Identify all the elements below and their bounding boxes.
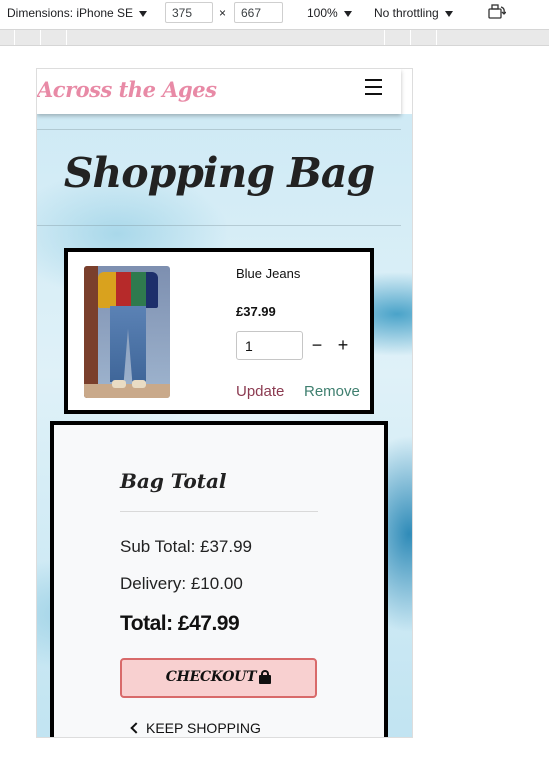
ruler-tick bbox=[66, 30, 67, 45]
checkout-label: CHECKOUT bbox=[165, 669, 257, 685]
ruler-tick bbox=[384, 30, 385, 45]
hamburger-menu-icon[interactable] bbox=[365, 79, 382, 95]
remove-link[interactable]: Remove bbox=[304, 383, 360, 400]
zoom-dropdown[interactable]: 100% bbox=[307, 6, 352, 20]
bag-item-card: Blue Jeans £37.99 − + Update Remove bbox=[64, 248, 374, 414]
keep-shopping-link[interactable]: KEEP SHOPPING bbox=[130, 720, 261, 736]
dropdown-caret-icon bbox=[444, 10, 453, 17]
decrement-quantity-button[interactable]: − bbox=[308, 334, 326, 356]
dropdown-caret-icon bbox=[139, 10, 148, 17]
chevron-left-icon bbox=[130, 722, 142, 734]
title-divider-bottom bbox=[37, 225, 401, 226]
dropdown-caret-icon bbox=[343, 10, 352, 17]
update-link[interactable]: Update bbox=[236, 383, 284, 400]
brand-logo[interactable]: Across the Ages bbox=[37, 77, 217, 102]
ruler-tick bbox=[410, 30, 411, 45]
media-query-ruler bbox=[0, 29, 549, 46]
bag-total-heading: Bag Total bbox=[120, 469, 227, 493]
grand-total: Total: £47.99 bbox=[120, 612, 240, 635]
navbar: Across the Ages bbox=[37, 69, 401, 114]
dimension-separator: × bbox=[219, 6, 227, 20]
page-title: Shopping Bag bbox=[63, 149, 375, 197]
bag-total-card: Bag Total Sub Total: £37.99 Delivery: £1… bbox=[50, 421, 388, 737]
product-price: £37.99 bbox=[236, 304, 276, 319]
delivery-cost: Delivery: £10.00 bbox=[120, 574, 243, 593]
quantity-input[interactable] bbox=[236, 331, 303, 360]
keep-shopping-label: KEEP SHOPPING bbox=[146, 720, 261, 736]
checkout-button[interactable]: CHECKOUT bbox=[120, 658, 317, 698]
product-image[interactable] bbox=[84, 266, 170, 398]
ruler-tick bbox=[436, 30, 437, 45]
viewport-height-input[interactable] bbox=[234, 2, 283, 23]
rotate-device-button[interactable] bbox=[488, 4, 507, 23]
throttling-label: No throttling bbox=[374, 6, 439, 20]
viewport-width-input[interactable] bbox=[165, 2, 213, 23]
ruler-tick bbox=[14, 30, 15, 45]
rotate-device-icon bbox=[488, 4, 507, 19]
device-viewport: Across the Ages Shopping Bag Blue Jeans … bbox=[37, 69, 412, 737]
zoom-label: 100% bbox=[307, 6, 338, 20]
bag-total-divider bbox=[120, 511, 318, 512]
dimensions-label: Dimensions: iPhone SE bbox=[7, 6, 134, 20]
sub-total: Sub Total: £37.99 bbox=[120, 537, 253, 556]
product-name: Blue Jeans bbox=[236, 266, 301, 281]
lock-icon bbox=[259, 669, 272, 684]
throttling-dropdown[interactable]: No throttling bbox=[374, 6, 453, 20]
ruler-tick bbox=[40, 30, 41, 45]
devtools-device-toolbar: Dimensions: iPhone SE × 100% No throttli… bbox=[0, 0, 549, 28]
dimensions-dropdown[interactable]: Dimensions: iPhone SE bbox=[7, 6, 148, 20]
increment-quantity-button[interactable]: + bbox=[334, 334, 352, 356]
title-divider-top bbox=[37, 129, 401, 130]
